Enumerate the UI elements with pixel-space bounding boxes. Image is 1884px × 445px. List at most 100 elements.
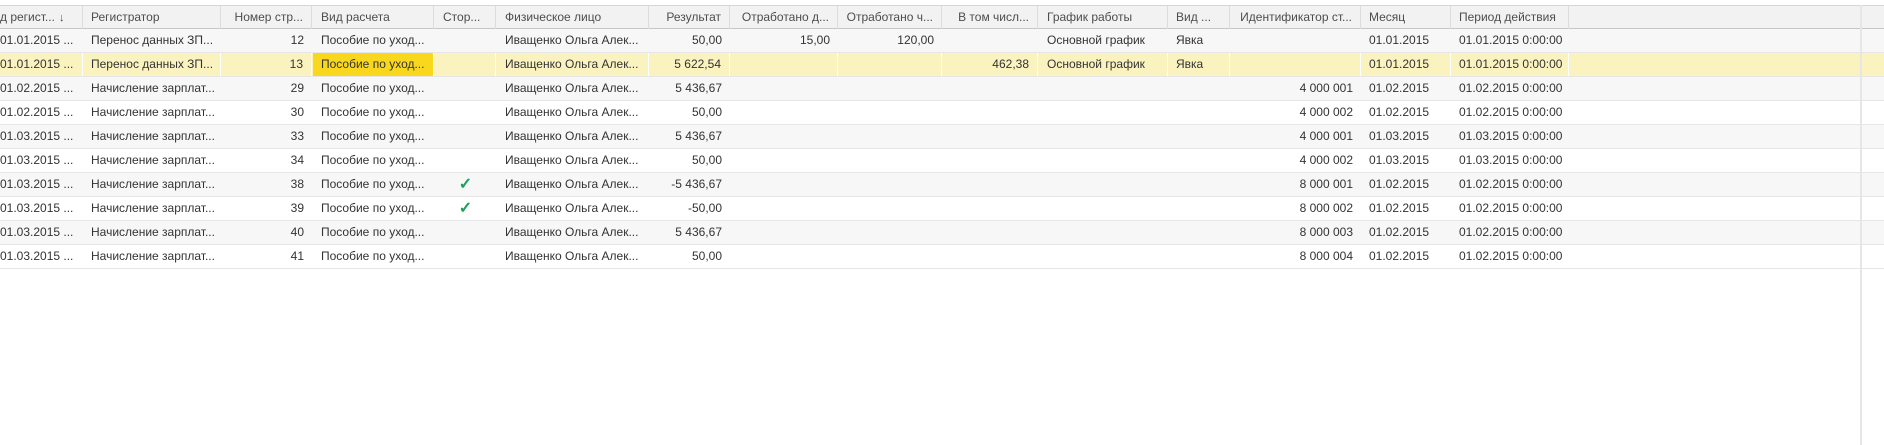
cell-month[interactable]: 01.01.2015: [1361, 53, 1451, 76]
cell-result[interactable]: 5 436,67: [649, 125, 730, 148]
table-row[interactable]: 01.03.2015 ... Начисление зарплат... 39 Пос…: [0, 197, 1884, 221]
cell-period[interactable]: 01.02.2015 0:00:00: [1451, 101, 1569, 124]
cell-person[interactable]: Иващенко Ольга Алек...: [497, 125, 649, 148]
cell-result[interactable]: -50,00: [649, 197, 730, 220]
cell-period[interactable]: 01.02.2015 0:00:00: [1451, 245, 1569, 268]
cell-line[interactable]: 29: [221, 77, 312, 100]
cell-date[interactable]: 01.03.2015 ...: [0, 197, 83, 220]
cell-calc[interactable]: Пособие по уход...: [313, 77, 434, 100]
cell-incl[interactable]: [943, 101, 1038, 124]
cell-hours[interactable]: [838, 125, 942, 148]
cell-period[interactable]: 01.02.2015 0:00:00: [1451, 221, 1569, 244]
cell-storno[interactable]: [435, 53, 496, 76]
cell-schedule[interactable]: Основной график: [1039, 53, 1168, 76]
cell-line[interactable]: 33: [221, 125, 312, 148]
table-row[interactable]: 01.03.2015 ... Начисление зарплат... 41 Пос…: [0, 245, 1884, 269]
column-header-result[interactable]: Результат: [649, 6, 730, 29]
cell-storno[interactable]: ✓: [435, 197, 496, 220]
cell-month[interactable]: 01.02.2015: [1361, 221, 1451, 244]
cell-date[interactable]: 01.03.2015 ...: [0, 149, 83, 172]
cell-schedule[interactable]: [1039, 245, 1168, 268]
cell-date[interactable]: 01.01.2015 ...: [0, 53, 83, 76]
cell-hours[interactable]: [838, 197, 942, 220]
cell-registrar[interactable]: Начисление зарплат...: [83, 77, 221, 100]
cell-person[interactable]: Иващенко Ольга Алек...: [497, 149, 649, 172]
cell-ident[interactable]: 8 000 002: [1231, 197, 1361, 220]
cell-incl[interactable]: [943, 197, 1038, 220]
cell-ident[interactable]: 4 000 002: [1231, 101, 1361, 124]
cell-storno[interactable]: [435, 101, 496, 124]
cell-incl[interactable]: [943, 125, 1038, 148]
cell-storno[interactable]: [435, 221, 496, 244]
column-header-registrar[interactable]: Регистратор: [83, 6, 221, 29]
cell-month[interactable]: 01.02.2015: [1361, 101, 1451, 124]
column-header-incl[interactable]: В том числ...: [943, 6, 1038, 29]
column-header-storno[interactable]: Стор...: [435, 6, 496, 29]
column-header-schedule[interactable]: График работы: [1039, 6, 1168, 29]
cell-date[interactable]: 01.03.2015 ...: [0, 245, 83, 268]
cell-registrar[interactable]: Начисление зарплат...: [83, 221, 221, 244]
cell-days[interactable]: [731, 125, 838, 148]
cell-ident[interactable]: 4 000 001: [1231, 125, 1361, 148]
cell-ident[interactable]: 8 000 004: [1231, 245, 1361, 268]
cell-month[interactable]: 01.03.2015: [1361, 125, 1451, 148]
column-header-period[interactable]: Период действия: [1451, 6, 1569, 29]
cell-ident[interactable]: 4 000 001: [1231, 77, 1361, 100]
cell-month[interactable]: 01.02.2015: [1361, 197, 1451, 220]
cell-kind[interactable]: [1168, 77, 1230, 100]
cell-person[interactable]: Иващенко Ольга Алек...: [497, 173, 649, 196]
cell-line[interactable]: 40: [221, 221, 312, 244]
cell-result[interactable]: 5 436,67: [649, 221, 730, 244]
cell-date[interactable]: 01.02.2015 ...: [0, 77, 83, 100]
cell-days[interactable]: [731, 197, 838, 220]
cell-schedule[interactable]: Основной график: [1039, 29, 1168, 52]
vertical-scrollbar-edge[interactable]: [1860, 5, 1862, 445]
cell-kind[interactable]: [1168, 221, 1230, 244]
cell-line[interactable]: 39: [221, 197, 312, 220]
cell-date[interactable]: 01.01.2015 ...: [0, 29, 83, 52]
table-row[interactable]: 01.03.2015 ... Начисление зарплат... 34 Пос…: [0, 149, 1884, 173]
cell-period[interactable]: 01.01.2015 0:00:00: [1451, 29, 1569, 52]
cell-schedule[interactable]: [1039, 77, 1168, 100]
cell-line[interactable]: 38: [221, 173, 312, 196]
table-row[interactable]: 01.03.2015 ... Начисление зарплат... 38 Пос…: [0, 173, 1884, 197]
cell-calc[interactable]: Пособие по уход...: [313, 245, 434, 268]
cell-calc[interactable]: Пособие по уход...: [313, 29, 434, 52]
cell-result[interactable]: 50,00: [649, 245, 730, 268]
table-row[interactable]: 01.02.2015 ... Начисление зарплат... 29 Пос…: [0, 77, 1884, 101]
cell-days[interactable]: [731, 221, 838, 244]
cell-hours[interactable]: [838, 149, 942, 172]
cell-person[interactable]: Иващенко Ольга Алек...: [497, 53, 649, 76]
cell-days[interactable]: [731, 53, 838, 76]
column-header-month[interactable]: Месяц: [1361, 6, 1451, 29]
table-row[interactable]: 01.02.2015 ... Начисление зарплат... 30 Пос…: [0, 101, 1884, 125]
cell-incl[interactable]: [943, 173, 1038, 196]
cell-incl[interactable]: [943, 77, 1038, 100]
cell-calc[interactable]: Пособие по уход...: [313, 53, 434, 76]
cell-incl[interactable]: [943, 149, 1038, 172]
cell-registrar[interactable]: Начисление зарплат...: [83, 149, 221, 172]
cell-line[interactable]: 30: [221, 101, 312, 124]
cell-schedule[interactable]: [1039, 173, 1168, 196]
cell-days[interactable]: [731, 77, 838, 100]
cell-schedule[interactable]: [1039, 149, 1168, 172]
cell-incl[interactable]: [943, 245, 1038, 268]
cell-person[interactable]: Иващенко Ольга Алек...: [497, 197, 649, 220]
cell-line[interactable]: 41: [221, 245, 312, 268]
cell-person[interactable]: Иващенко Ольга Алек...: [497, 29, 649, 52]
cell-registrar[interactable]: Начисление зарплат...: [83, 173, 221, 196]
cell-period[interactable]: 01.02.2015 0:00:00: [1451, 197, 1569, 220]
cell-date[interactable]: 01.03.2015 ...: [0, 221, 83, 244]
column-header-calc[interactable]: Вид расчета: [313, 6, 434, 29]
cell-kind[interactable]: Явка: [1168, 29, 1230, 52]
cell-month[interactable]: 01.02.2015: [1361, 245, 1451, 268]
cell-ident[interactable]: [1231, 29, 1361, 52]
cell-person[interactable]: Иващенко Ольга Алек...: [497, 221, 649, 244]
cell-days[interactable]: [731, 101, 838, 124]
cell-storno[interactable]: [435, 77, 496, 100]
cell-calc[interactable]: Пособие по уход...: [313, 101, 434, 124]
column-header-days[interactable]: Отработано д...: [731, 6, 838, 29]
cell-date[interactable]: 01.03.2015 ...: [0, 173, 83, 196]
cell-incl[interactable]: [943, 29, 1038, 52]
table-row[interactable]: 01.03.2015 ... Начисление зарплат... 40 Пос…: [0, 221, 1884, 245]
